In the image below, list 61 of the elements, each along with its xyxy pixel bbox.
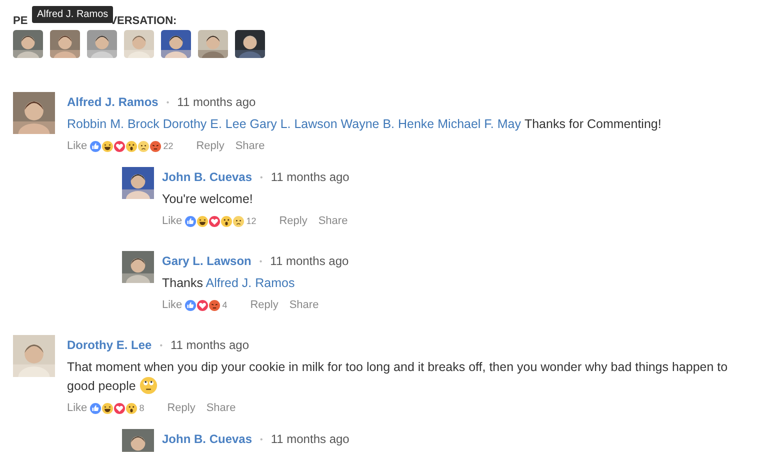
comment-text: Thanks for Commenting!: [524, 116, 662, 133]
author-name[interactable]: Dorothy E. Lee: [67, 338, 152, 352]
comment-text: That moment when you dip your cookie in milk for too long and it breaks off, then you wonder why bad things happen to: [67, 359, 728, 376]
reaction-count: 22: [163, 141, 174, 151]
author-name[interactable]: Gary L. Lawson: [162, 254, 252, 268]
like-link[interactable]: Like: [162, 215, 182, 227]
section-heading: PE: [13, 15, 28, 27]
timestamp: 11 months ago: [270, 254, 349, 268]
mention-link[interactable]: Alfred J. Ramos: [206, 276, 295, 290]
tooltip: Alfred J. Ramos: [32, 6, 114, 23]
mention-link[interactable]: Wayne B. Henke: [340, 117, 434, 131]
reply-link[interactable]: Reply: [250, 299, 278, 311]
comment-text: good people: [67, 378, 136, 395]
reply-link[interactable]: Reply: [279, 215, 308, 227]
timestamp: 11 months ago: [270, 432, 350, 446]
like-icon: [184, 214, 198, 228]
separator-dot: •: [259, 256, 262, 266]
surprised-face-icon: [125, 140, 138, 152]
timestamp: 11 months ago: [270, 170, 350, 184]
share-link[interactable]: Share: [289, 299, 319, 311]
reply-link[interactable]: Reply: [167, 402, 196, 414]
comment-text: Thanks: [162, 275, 203, 292]
separator-dot: •: [166, 98, 170, 106]
angry-face-icon: [208, 298, 222, 312]
share-link[interactable]: Share: [318, 215, 348, 227]
separator-dot: •: [260, 434, 263, 444]
mention-link[interactable]: Michael F. May: [438, 117, 521, 131]
like-icon: [89, 402, 102, 414]
avatar[interactable]: [235, 30, 265, 58]
mention-link[interactable]: Gary L. Lawson: [250, 117, 338, 131]
share-link[interactable]: Share: [235, 140, 265, 152]
like-link[interactable]: Like: [67, 140, 88, 152]
share-link[interactable]: Share: [206, 402, 236, 414]
laughing-face-icon: [101, 140, 114, 152]
timestamp: 11 months ago: [170, 338, 249, 352]
timestamp: 11 months ago: [177, 95, 256, 109]
author-name[interactable]: Alfred J. Ramos: [67, 95, 158, 109]
angry-face-icon: [149, 140, 162, 152]
reaction-count: 4: [222, 300, 228, 310]
separator-dot: •: [160, 340, 162, 350]
like-icon: [89, 140, 102, 152]
reply-link[interactable]: Reply: [196, 140, 224, 152]
author-name[interactable]: John B. Cuevas: [162, 170, 252, 184]
laughing-face-icon: [101, 402, 114, 414]
mention-link[interactable]: Dorothy E. Lee: [162, 117, 246, 131]
separator-dot: •: [260, 172, 263, 182]
avatar[interactable]: [161, 30, 191, 58]
like-link[interactable]: Like: [162, 299, 182, 311]
like-link[interactable]: Like: [67, 402, 88, 414]
sad-face-icon: [137, 140, 150, 152]
reaction-count: 12: [246, 216, 256, 226]
surprised-face-icon: [125, 402, 138, 414]
rolling-eyes-face-icon: [139, 376, 158, 395]
surprised-face-icon: [220, 214, 234, 228]
comment-text: You're welcome!: [162, 191, 253, 208]
like-icon: [184, 298, 198, 312]
author-name[interactable]: John B. Cuevas: [162, 432, 252, 446]
mention-link[interactable]: Robbin M. Brock: [67, 117, 160, 131]
reaction-count: 8: [139, 403, 144, 413]
laughing-face-icon: [196, 214, 210, 228]
sad-face-icon: [232, 214, 246, 228]
